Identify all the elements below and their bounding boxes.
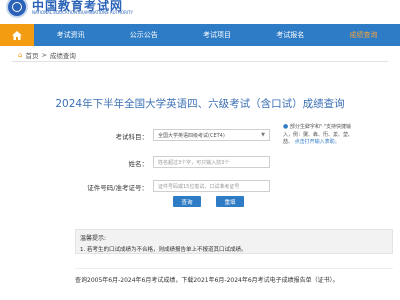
nav-home-button[interactable] xyxy=(0,24,34,46)
info-icon: ● xyxy=(283,123,289,130)
breadcrumb-current: 成绩查询 xyxy=(49,52,76,60)
nav-item-exams[interactable]: 考试项目 xyxy=(180,24,253,46)
brand-name-en: NATIONAL EDUCATION EXAMINATIONS AUTHORIT… xyxy=(32,10,133,15)
history-query-text[interactable]: 查询2005年6月-2024年6月考试成绩，下载2021年6月-2024年6月考… xyxy=(75,276,393,285)
id-label: 证件号码/准考证号： xyxy=(87,184,148,192)
breadcrumb-separator: > xyxy=(41,51,47,59)
chevron-down-icon: ▼ xyxy=(261,132,265,138)
nav-item-announcements[interactable]: 公示公告 xyxy=(107,24,180,46)
hint-input-link[interactable]: 点击打开输入表助。 xyxy=(295,139,340,145)
notice-title: 温馨提示: xyxy=(80,235,107,242)
nav-item-score-query[interactable]: 成绩查询 xyxy=(327,24,400,46)
page-title: 2024年下半年全国大学英语四、六级考试（含口试）成绩查询 xyxy=(55,98,345,110)
id-input[interactable]: 证件号码或15位笔试、口试准考证号 xyxy=(153,180,270,192)
nav-item-news[interactable]: 考试资讯 xyxy=(34,24,107,46)
home-icon: ⌂ xyxy=(18,51,23,59)
name-label: 姓名： xyxy=(128,160,149,168)
site-logo[interactable] xyxy=(6,0,28,18)
divider xyxy=(12,61,388,62)
name-hint: ● 部分生僻字和"·"支持快捷输入，例：龑、犇、衎、羕、堃、喆、 点击打开输入表… xyxy=(283,123,361,147)
notice-text: 1. 若考生的口试成绩为不合格，则成绩报告单上不报道其口试成绩。 xyxy=(80,247,247,253)
subject-select-value: 全国大学英语四级考试(CET4) xyxy=(158,132,225,139)
site-header: 中国教育考试网 NATIONAL EDUCATION EXAMINATIONS … xyxy=(0,0,400,20)
breadcrumb-home-link[interactable]: 首页 xyxy=(25,50,38,60)
main-nav: 考试资讯 公示公告 考试项目 考试报名 成绩查询 xyxy=(0,24,400,46)
reset-button[interactable]: 重填 xyxy=(216,196,244,207)
breadcrumb: ⌂ 首页 > 成绩查询 xyxy=(18,50,76,60)
home-icon xyxy=(12,30,22,40)
nav-item-registration[interactable]: 考试报名 xyxy=(254,24,327,46)
notice-box: 温馨提示: 1. 若考生的口试成绩为不合格，则成绩报告单上不报道其口试成绩。 xyxy=(75,229,393,254)
name-input[interactable]: 姓名超过3个字，可只输入前3个 xyxy=(153,156,270,168)
divider xyxy=(75,268,393,269)
subject-select[interactable]: 全国大学英语四级考试(CET4) ▼ xyxy=(153,129,270,141)
query-button[interactable]: 查询 xyxy=(173,196,201,207)
subject-label: 考试科目： xyxy=(115,133,149,141)
